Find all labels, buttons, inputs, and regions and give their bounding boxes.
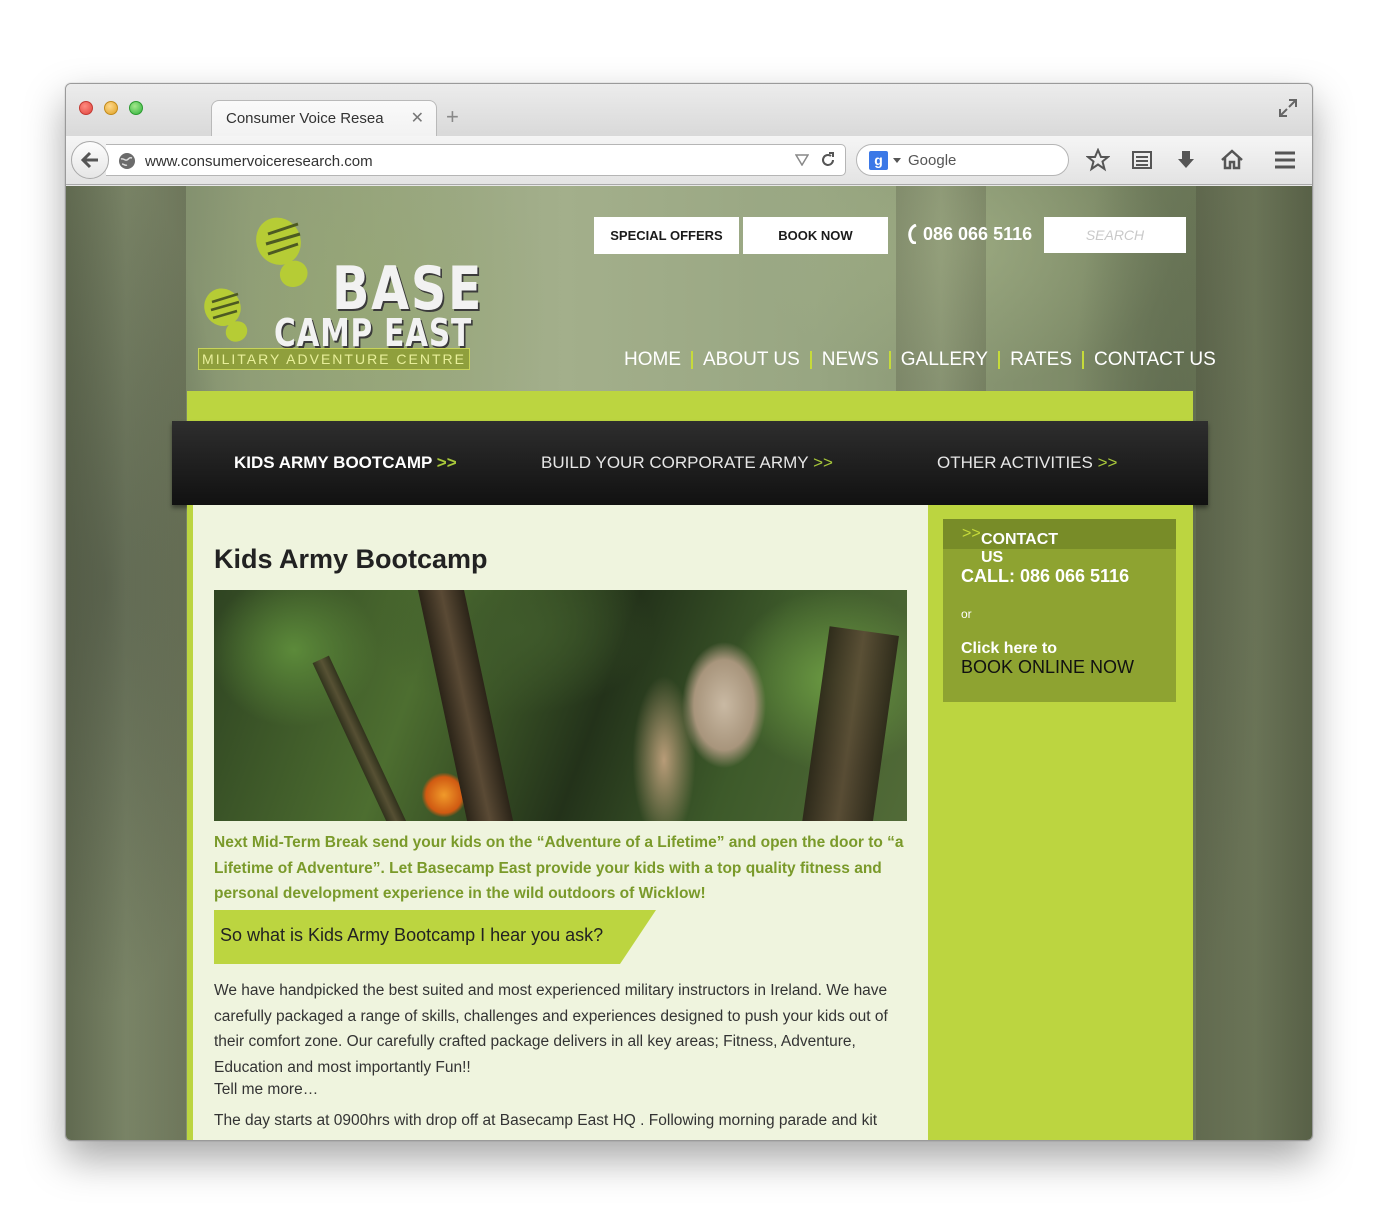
category-arrows: >>	[436, 453, 457, 472]
back-arrow-icon	[80, 151, 98, 169]
nav-contact-us[interactable]: CONTACT US	[1084, 349, 1226, 371]
hero-image-boy-in-forest	[214, 590, 907, 821]
fullscreen-icon[interactable]	[1278, 98, 1298, 118]
boot-print-small-icon	[204, 288, 248, 342]
tell-me-more-link[interactable]: Tell me more…	[214, 1081, 318, 1099]
nav-home[interactable]: HOME	[614, 349, 691, 371]
url-text: www.consumervoiceresearch.com	[145, 153, 373, 170]
nav-news[interactable]: NEWS	[812, 349, 889, 371]
page-title: Kids Army Bootcamp	[214, 544, 488, 574]
sidebar-heading: CONTACT US >>	[943, 519, 1176, 566]
zoom-window-button[interactable]	[129, 101, 143, 115]
search-engine-caret-icon[interactable]	[893, 158, 901, 163]
site-logo[interactable]: BASE CAMP EAST MILITARY ADVENTURE CENTRE	[198, 214, 482, 372]
google-icon[interactable]: g	[869, 151, 888, 170]
reading-list-icon[interactable]	[1130, 148, 1154, 172]
tab-close-icon[interactable]: ✕	[411, 108, 424, 128]
home-icon[interactable]	[1220, 148, 1244, 172]
background-tree	[1196, 186, 1312, 1140]
menu-icon[interactable]	[1273, 148, 1297, 172]
sidebar-heading-arrows: >>	[962, 525, 981, 542]
new-tab-icon[interactable]: +	[446, 104, 459, 130]
sidebar-call-number[interactable]: CALL: 086 066 5116	[961, 566, 1129, 587]
minimize-window-button[interactable]	[104, 101, 118, 115]
category-other-activities[interactable]: OTHER ACTIVITIES >>	[937, 453, 1117, 473]
phone-icon	[908, 224, 917, 244]
sidebar-or-text: or	[961, 607, 972, 621]
category-label: OTHER ACTIVITIES	[937, 453, 1093, 472]
header-phone-number[interactable]: 086 066 5116	[923, 224, 1032, 245]
green-header-strip	[187, 391, 1193, 423]
category-arrows: >>	[813, 453, 833, 472]
browser-tab[interactable]: Consumer Voice Resea ✕	[211, 100, 437, 136]
category-label: KIDS ARMY BOOTCAMP	[234, 453, 433, 472]
close-window-button[interactable]	[79, 101, 93, 115]
reload-icon[interactable]	[820, 152, 836, 168]
site-search-box[interactable]	[1044, 217, 1186, 253]
sidebar-book-online-link[interactable]: BOOK ONLINE NOW	[961, 657, 1134, 678]
back-button[interactable]	[71, 141, 109, 179]
navigation-toolbar: www.consumervoiceresearch.com g Google	[66, 136, 1312, 185]
category-label: BUILD YOUR CORPORATE ARMY	[541, 453, 809, 472]
browser-window: Consumer Voice Resea ✕ + www.consumervoi…	[65, 83, 1313, 1141]
logo-tagline: MILITARY ADVENTURE CENTRE	[198, 348, 470, 370]
nav-rates[interactable]: RATES	[1000, 349, 1082, 371]
intro-paragraph: Next Mid-Term Break send your kids on th…	[214, 834, 904, 902]
bookmark-star-icon[interactable]	[1086, 148, 1110, 172]
sidebar-heading-label: CONTACT US	[981, 531, 1059, 566]
site-search-input[interactable]	[1044, 217, 1186, 253]
web-search-bar[interactable]: g Google	[856, 144, 1069, 176]
category-arrows: >>	[1097, 453, 1118, 472]
sidebar-click-here-link[interactable]: Click here to	[961, 640, 1057, 658]
title-bar: Consumer Voice Resea ✕ +	[66, 84, 1312, 136]
body-paragraph: We have handpicked the best suited and m…	[214, 982, 888, 1076]
day-description-paragraph: The day starts at 0900hrs with drop off …	[214, 1112, 878, 1129]
boot-print-icon	[256, 217, 308, 288]
download-icon[interactable]	[1174, 148, 1198, 172]
category-bar: KIDS ARMY BOOTCAMP >> BUILD YOUR CORPORA…	[172, 421, 1208, 505]
book-now-button[interactable]: BOOK NOW	[743, 217, 888, 254]
ribbon-heading: So what is Kids Army Bootcamp I hear you…	[220, 925, 604, 945]
main-navigation: HOME ABOUT US NEWS GALLERY RATES CONTACT…	[614, 349, 1226, 371]
category-corporate-army[interactable]: BUILD YOUR CORPORATE ARMY >>	[541, 453, 833, 473]
history-dropdown-icon[interactable]	[795, 154, 809, 166]
background-tree	[66, 186, 186, 1140]
nav-about-us[interactable]: ABOUT US	[693, 349, 810, 371]
globe-icon	[119, 153, 135, 169]
nav-gallery[interactable]: GALLERY	[891, 349, 998, 371]
web-page: BASE CAMP EAST MILITARY ADVENTURE CENTRE…	[66, 186, 1312, 1140]
tab-title: Consumer Voice Resea	[226, 110, 384, 127]
web-search-placeholder: Google	[908, 152, 957, 169]
url-bar[interactable]: www.consumervoiceresearch.com	[106, 144, 846, 176]
special-offers-button[interactable]: SPECIAL OFFERS	[594, 217, 739, 254]
category-kids-army-bootcamp[interactable]: KIDS ARMY BOOTCAMP >>	[234, 453, 457, 473]
